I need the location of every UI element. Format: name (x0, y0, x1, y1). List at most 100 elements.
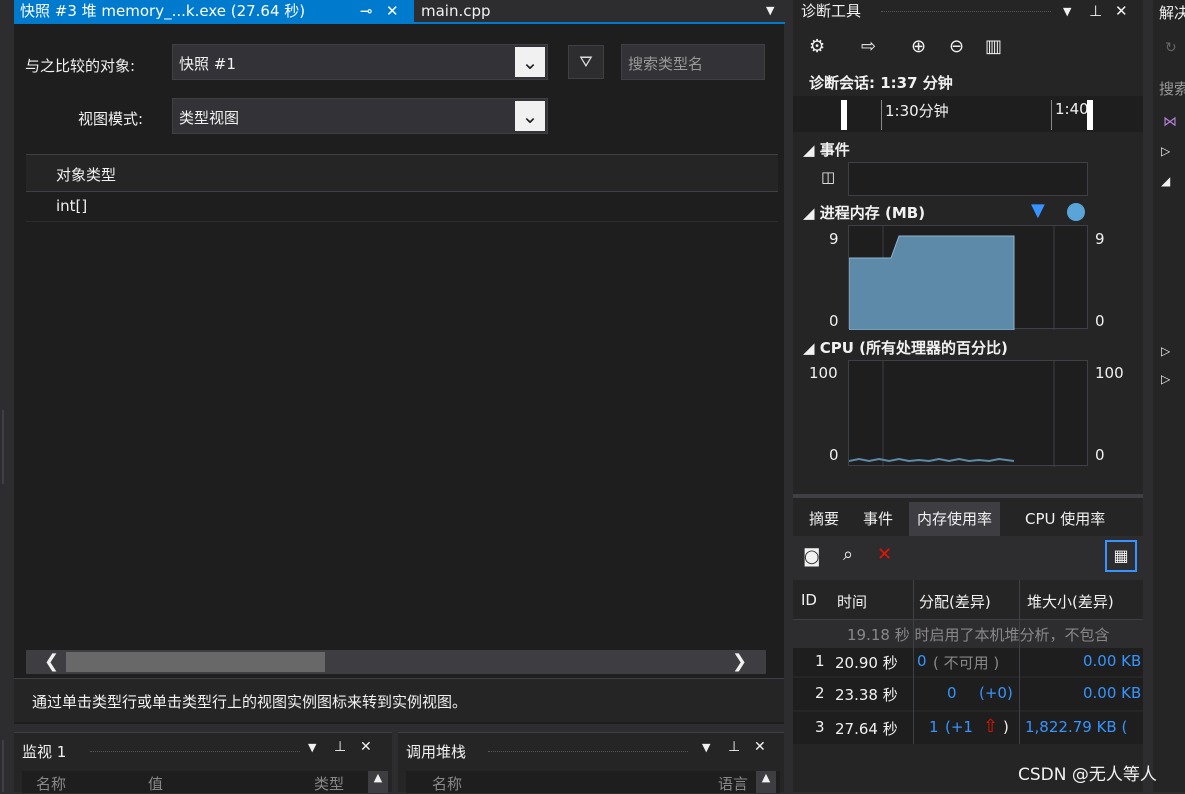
cpu-section-header[interactable]: ◢ CPU (所有处理器的百分比) (803, 337, 1008, 358)
mem-axis-min-left: 0 (829, 312, 839, 330)
events-section-header[interactable]: ◢ 事件 (803, 139, 850, 160)
memory-chart[interactable] (848, 225, 1088, 331)
table-row[interactable]: int[] (26, 192, 778, 222)
ruler-tick-label-1: 1:30分钟 (885, 102, 949, 120)
expand-arrow-icon[interactable]: ▷ (1161, 372, 1170, 386)
table-row[interactable]: 3 27.64 秒 1 (+1 ⇧ ) 1,822.79 KB ( (793, 712, 1143, 744)
table-row[interactable]: 2 23.38 秒 0 (+0) 0.00 KB (793, 678, 1143, 710)
cpu-chart[interactable] (848, 360, 1088, 467)
pin-icon[interactable]: ⊥ (728, 739, 740, 755)
take-snapshot-camera-icon[interactable]: ◙ (803, 546, 820, 567)
reset-zoom-icon[interactable]: ▥ (985, 36, 1002, 57)
scroll-right-icon[interactable]: ❯ (732, 650, 747, 674)
row-alloc-diff[interactable]: (+1 (945, 718, 973, 736)
delete-icon[interactable]: ✕ (877, 544, 892, 565)
left-edge-collapsed-panel[interactable] (2, 410, 12, 484)
timeline-ruler[interactable]: 1:30分钟 1:40 (793, 96, 1143, 132)
pin-icon[interactable]: ⊥ (1089, 0, 1102, 22)
horizontal-scrollbar[interactable]: ❮ ❯ (26, 650, 766, 674)
timeline-start-handle[interactable] (841, 100, 847, 130)
view-mode-combo[interactable]: 类型视图 ⌄ (172, 98, 548, 134)
filter-button[interactable]: ⛛ (568, 45, 604, 79)
panel-grip (881, 11, 1051, 12)
collapse-arrow-icon[interactable]: ◢ (1161, 174, 1170, 188)
tab-summary[interactable]: 摘要 (809, 502, 839, 536)
type-search-input[interactable]: 搜索类型名 (621, 44, 765, 80)
close-icon[interactable]: ✕ (1115, 0, 1128, 22)
tab-memory-usage[interactable]: 内存使用率 (909, 502, 1001, 536)
memory-section-header[interactable]: ◢ 进程内存 (MB) (803, 202, 925, 223)
chevron-down-icon[interactable]: ▼ (702, 741, 710, 754)
heap-profiling-toggle-icon[interactable]: ▦ (1105, 540, 1137, 572)
tab-events[interactable]: 事件 (863, 502, 893, 536)
row-time: 23.38 秒 (835, 686, 898, 704)
close-icon[interactable]: ✕ (386, 0, 399, 22)
scroll-up-icon[interactable]: ▲ (368, 771, 388, 793)
memory-label: 进程内存 (MB) (819, 204, 926, 222)
settings-gear-icon[interactable]: ⚙ (809, 36, 825, 57)
pin-icon[interactable]: ⊸ (360, 0, 373, 22)
panel-grip (90, 751, 300, 752)
compare-combo[interactable]: 快照 #1 ⌄ (172, 44, 548, 80)
tab-list-dropdown-icon[interactable]: ▼ (766, 0, 774, 22)
search-icon[interactable]: ⌕ (843, 544, 853, 565)
watch-grid-header: 名称 值 类型 ▲ (22, 771, 388, 793)
row-alloc-count[interactable]: 0 (947, 684, 957, 702)
expand-arrow-icon[interactable]: ▷ (1161, 344, 1170, 358)
memory-area (848, 235, 1015, 331)
scroll-up-icon[interactable]: ▲ (756, 771, 776, 793)
diagnostic-toolbar: ⚙ ⇨ ⊕ ⊖ ▥ (793, 26, 1143, 70)
row-alloc-count[interactable]: 1 (929, 718, 939, 736)
row-heap[interactable]: 0.00 KB (1083, 684, 1141, 702)
events-track[interactable] (848, 162, 1088, 196)
cpu-label: CPU (所有处理器的百分比) (819, 339, 1008, 357)
snapshot-marker-icon: ▼ (1031, 200, 1045, 221)
close-icon[interactable]: ✕ (360, 739, 372, 755)
row-heap[interactable]: 1,822.79 KB ( (1025, 718, 1127, 736)
col-divider (913, 580, 914, 744)
refresh-icon[interactable]: ↻ (1165, 40, 1177, 56)
row-heap[interactable]: 0.00 KB (1083, 652, 1141, 670)
solution-icon: ⋈ (1163, 114, 1177, 130)
watch-col-value: 值 (148, 775, 164, 793)
left-edge-collapsed-panel-2[interactable] (2, 740, 12, 792)
ruler-tick (881, 100, 882, 130)
cpu-chart-graph (848, 361, 1055, 467)
chevron-down-icon[interactable]: ⌄ (515, 47, 545, 77)
expand-arrow-icon[interactable]: ▷ (1161, 144, 1170, 158)
tab-cpu-usage[interactable]: CPU 使用率 (1025, 502, 1105, 536)
scroll-left-icon[interactable]: ❮ (44, 650, 59, 674)
row-alloc-close-paren: ) (1003, 718, 1009, 736)
splitter[interactable] (793, 494, 1143, 498)
info-row-text: 19.18 秒 时启用了本机堆分析，不包含 (847, 626, 1110, 644)
pin-icon[interactable]: ⊥ (334, 739, 346, 755)
timeline-end-handle[interactable] (1087, 100, 1093, 130)
close-icon[interactable]: ✕ (754, 739, 766, 755)
mem-axis-max-left: 9 (829, 230, 839, 248)
zoom-in-icon[interactable]: ⊕ (911, 36, 926, 57)
solution-search-input[interactable]: 搜索 (1159, 78, 1185, 99)
export-icon[interactable]: ⇨ (861, 36, 876, 57)
row-alloc-count[interactable]: 0 (917, 652, 927, 670)
chevron-down-icon[interactable]: ⌄ (515, 101, 545, 131)
compare-combo-value: 快照 #1 (179, 55, 236, 73)
cpu-axis-max-left: 100 (809, 364, 838, 382)
table-row[interactable]: 1 20.90 秒 0 ( 不可用 ) 0.00 KB (793, 648, 1143, 676)
col-time[interactable]: 时间 (837, 591, 867, 612)
tab-snapshot[interactable]: 快照 #3 堆 memory_...k.exe (27.64 秒) ⊸ ✕ (14, 0, 414, 22)
row-alloc-diff[interactable]: (+0) (979, 684, 1013, 702)
col-heap[interactable]: 堆大小(差异) (1027, 591, 1114, 612)
zoom-out-icon[interactable]: ⊖ (949, 36, 964, 57)
tab-main-cpp[interactable]: main.cpp (416, 0, 776, 22)
row-id: 1 (815, 652, 825, 670)
col-alloc[interactable]: 分配(差异) (919, 591, 991, 612)
chevron-down-icon[interactable]: ▼ (308, 741, 316, 754)
events-pause-icon[interactable]: ◫ (821, 168, 835, 186)
object-type-column-header[interactable]: 对象类型 (26, 154, 778, 192)
scrollbar-thumb[interactable] (66, 652, 325, 672)
type-search-placeholder: 搜索类型名 (628, 55, 704, 73)
chevron-down-icon[interactable]: ▼ (1063, 1, 1071, 23)
ruler-tick-label-2: 1:40 (1055, 100, 1089, 118)
col-id[interactable]: ID (801, 591, 817, 609)
compare-label: 与之比较的对象: (25, 57, 136, 75)
